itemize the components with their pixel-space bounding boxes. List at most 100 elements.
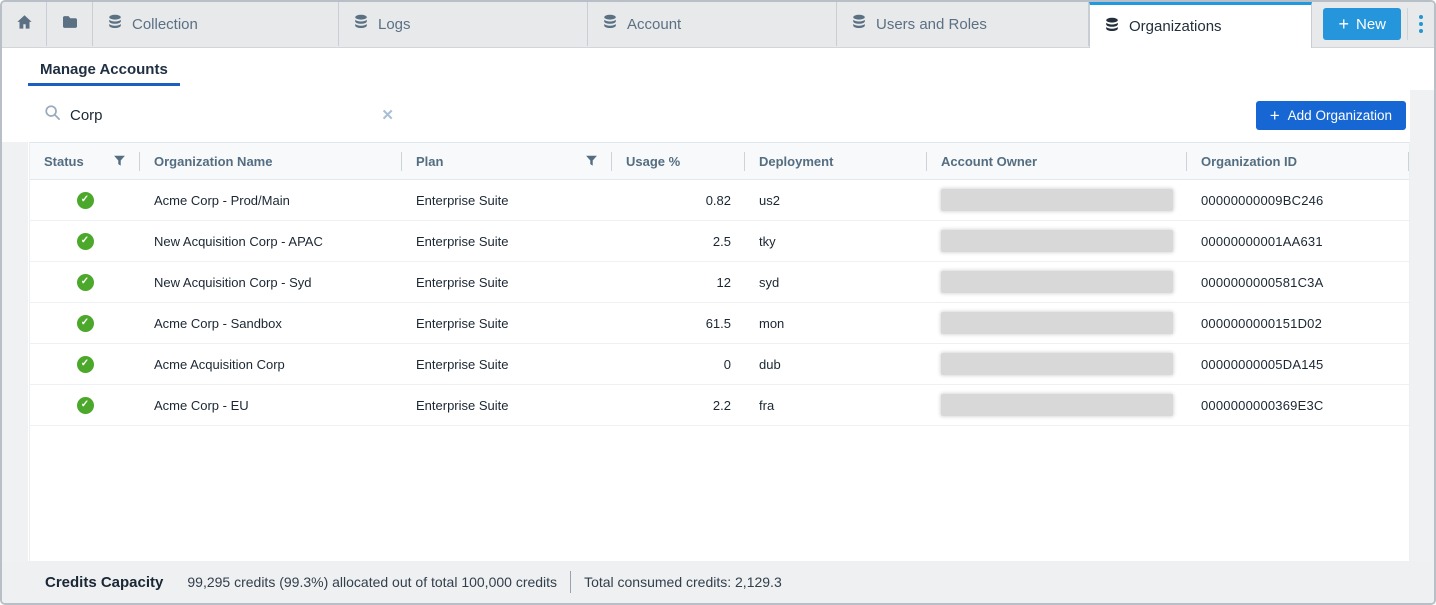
credits-footer: Credits Capacity 99,295 credits (99.3%) … — [2, 561, 1434, 603]
organization-name-cell: Acme Corp - Sandbox — [140, 303, 402, 343]
scrollbar-gutter — [1410, 90, 1434, 603]
deployment-cell: mon — [745, 303, 927, 343]
filter-icon[interactable] — [113, 155, 126, 168]
redacted-owner — [941, 312, 1173, 334]
subtab-row: Manage Accounts — [28, 55, 180, 89]
account-owner-cell — [927, 180, 1187, 220]
organization-id-cell: 00000000001AA631 — [1187, 221, 1409, 261]
table-row[interactable]: ✓ New Acquisition Corp - APAC Enterprise… — [30, 221, 1409, 262]
usage-cell: 12 — [612, 262, 745, 302]
table-row[interactable]: ✓ Acme Acquisition Corp Enterprise Suite… — [30, 344, 1409, 385]
organization-id-cell: 00000000009BC246 — [1187, 180, 1409, 220]
account-owner-cell — [927, 221, 1187, 261]
account-owner-cell — [927, 262, 1187, 302]
column-header-plan[interactable]: Plan — [402, 143, 612, 179]
deployment-cell: fra — [745, 385, 927, 425]
column-header-usage[interactable]: Usage % — [612, 143, 745, 179]
status-cell: ✓ — [30, 344, 140, 384]
add-organization-label: Add Organization — [1288, 108, 1392, 123]
filter-icon[interactable] — [585, 155, 598, 168]
plus-icon: + — [1270, 107, 1280, 124]
database-icon — [851, 14, 867, 34]
plus-icon: + — [1338, 15, 1349, 33]
add-organization-button[interactable]: + Add Organization — [1256, 101, 1406, 130]
column-header-status[interactable]: Status — [30, 143, 140, 179]
column-header-organization-id[interactable]: Organization ID — [1187, 143, 1409, 179]
usage-cell: 61.5 — [612, 303, 745, 343]
tab-label: Account — [627, 16, 681, 33]
status-cell: ✓ — [30, 221, 140, 261]
usage-cell: 0 — [612, 344, 745, 384]
organization-id-cell: 00000000005DA145 — [1187, 344, 1409, 384]
database-icon — [107, 14, 123, 34]
status-active-icon: ✓ — [77, 397, 94, 414]
column-header-organization-name[interactable]: Organization Name — [140, 143, 402, 179]
account-owner-cell — [927, 303, 1187, 343]
tab-label: Collection — [132, 16, 198, 33]
tab-collection[interactable]: Collection — [93, 2, 339, 46]
table-row[interactable]: ✓ Acme Corp - Sandbox Enterprise Suite 6… — [30, 303, 1409, 344]
status-active-icon: ✓ — [77, 315, 94, 332]
tab-bar: Collection Logs Account Users and Roles … — [2, 2, 1434, 48]
organization-name-cell: Acme Corp - Prod/Main — [140, 180, 402, 220]
tab-logs[interactable]: Logs — [339, 2, 588, 46]
credits-capacity-label: Credits Capacity — [45, 574, 163, 591]
status-active-icon: ✓ — [77, 274, 94, 291]
redacted-owner — [941, 189, 1173, 211]
credits-allocation-text: 99,295 credits (99.3%) allocated out of … — [187, 574, 557, 590]
tab-label: Organizations — [1129, 18, 1222, 35]
status-cell: ✓ — [30, 180, 140, 220]
new-button[interactable]: + New — [1323, 8, 1401, 40]
tab-label: Logs — [378, 16, 411, 33]
redacted-owner — [941, 394, 1173, 416]
home-tab[interactable] — [2, 2, 47, 46]
database-icon — [353, 14, 369, 34]
status-active-icon: ✓ — [77, 192, 94, 209]
tab-organizations[interactable]: Organizations — [1089, 2, 1312, 48]
redacted-owner — [941, 271, 1173, 293]
account-owner-cell — [927, 385, 1187, 425]
status-active-icon: ✓ — [77, 356, 94, 373]
toolbar: ✕ + Add Organization — [29, 90, 1406, 140]
content-area: Manage Accounts ✕ + Add Organization Sta… — [2, 47, 1434, 603]
organization-name-cell: Acme Corp - EU — [140, 385, 402, 425]
organization-name-cell: New Acquisition Corp - Syd — [140, 262, 402, 302]
database-icon — [602, 14, 618, 34]
plan-cell: Enterprise Suite — [402, 180, 612, 220]
table-row[interactable]: ✓ New Acquisition Corp - Syd Enterprise … — [30, 262, 1409, 303]
tab-bar-filler: + New — [1312, 2, 1434, 46]
redacted-owner — [941, 230, 1173, 252]
table-row[interactable]: ✓ Acme Corp - EU Enterprise Suite 2.2 fr… — [30, 385, 1409, 426]
deployment-cell: tky — [745, 221, 927, 261]
folder-tab[interactable] — [47, 2, 93, 46]
clear-search-icon[interactable]: ✕ — [379, 106, 396, 124]
organization-id-cell: 0000000000581C3A — [1187, 262, 1409, 302]
table-row[interactable]: ✓ Acme Corp - Prod/Main Enterprise Suite… — [30, 180, 1409, 221]
usage-cell: 0.82 — [612, 180, 745, 220]
plan-cell: Enterprise Suite — [402, 344, 612, 384]
left-gutter — [2, 142, 28, 603]
deployment-cell: us2 — [745, 180, 927, 220]
tab-account[interactable]: Account — [588, 2, 837, 46]
search-input[interactable] — [70, 107, 370, 124]
deployment-cell: syd — [745, 262, 927, 302]
credits-consumed-text: Total consumed credits: 2,129.3 — [584, 574, 782, 590]
organization-name-cell: New Acquisition Corp - APAC — [140, 221, 402, 261]
status-cell: ✓ — [30, 303, 140, 343]
column-header-deployment[interactable]: Deployment — [745, 143, 927, 179]
database-icon — [1104, 17, 1120, 37]
deployment-cell: dub — [745, 344, 927, 384]
kebab-menu-icon[interactable] — [1407, 8, 1434, 40]
tab-users-and-roles[interactable]: Users and Roles — [837, 2, 1089, 46]
plan-cell: Enterprise Suite — [402, 221, 612, 261]
status-cell: ✓ — [30, 385, 140, 425]
tab-manage-accounts[interactable]: Manage Accounts — [28, 55, 180, 86]
status-cell: ✓ — [30, 262, 140, 302]
footer-divider — [570, 571, 571, 593]
search-icon — [44, 104, 61, 126]
organizations-table: Status Organization Name Plan Usage % De… — [29, 142, 1410, 564]
tab-label: Users and Roles — [876, 16, 987, 33]
plan-cell: Enterprise Suite — [402, 262, 612, 302]
column-header-account-owner[interactable]: Account Owner — [927, 143, 1187, 179]
account-owner-cell — [927, 344, 1187, 384]
